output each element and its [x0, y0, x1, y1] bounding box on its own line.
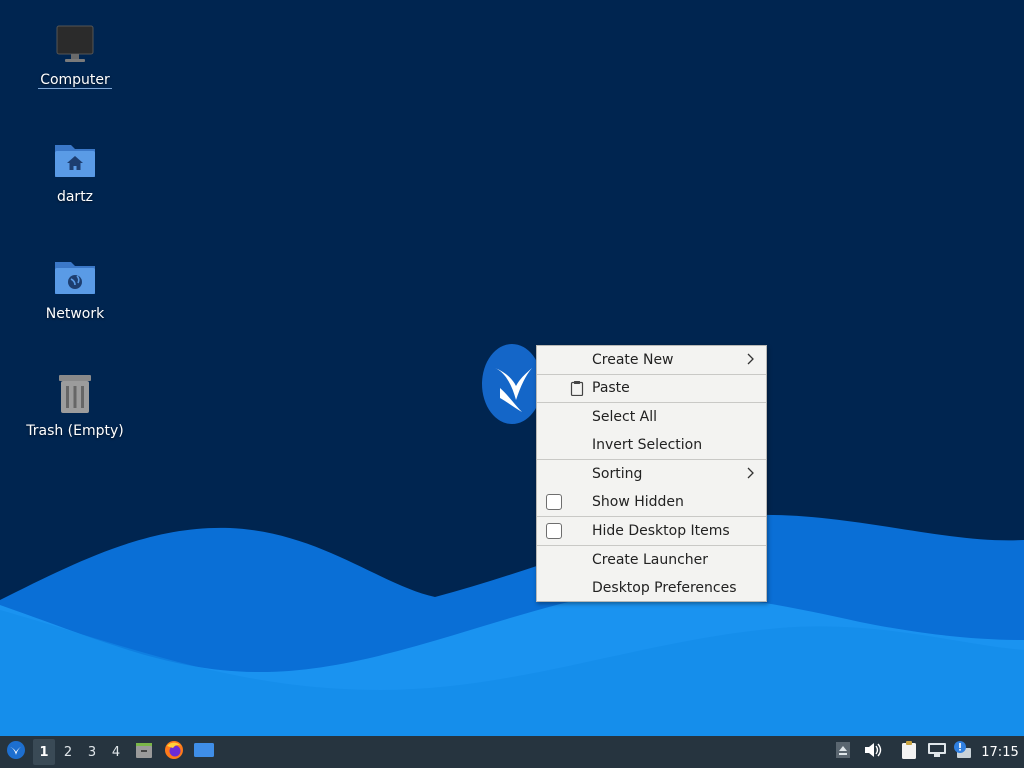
app-menu-bird-icon	[6, 740, 26, 764]
workspace-3[interactable]: 3	[81, 739, 103, 765]
hide-desktop-items-checkbox[interactable]	[546, 523, 562, 539]
menu-separator	[537, 459, 766, 460]
menu-separator	[537, 402, 766, 403]
menu-item-label: Select All	[592, 409, 657, 425]
update-notifier-icon	[953, 740, 973, 764]
clock-label: 17:15	[981, 744, 1019, 760]
menu-item-label: Create Launcher	[592, 552, 709, 568]
file-manager-launcher[interactable]	[132, 739, 156, 765]
computer-icon	[51, 20, 99, 68]
volume-button[interactable]	[862, 739, 884, 765]
workspace-4[interactable]: 4	[105, 739, 127, 765]
clipboard-manager-button[interactable]	[898, 739, 920, 765]
firefox-icon	[164, 740, 184, 764]
desktop-icon-label: Trash (Empty)	[26, 423, 124, 439]
menu-separator	[537, 545, 766, 546]
firefox-launcher[interactable]	[162, 739, 186, 765]
app-menu-button[interactable]	[4, 739, 28, 765]
menu-item-label: Create New	[592, 352, 674, 368]
menu-item-label: Show Hidden	[592, 494, 684, 510]
desktop-bird-logo	[482, 344, 542, 424]
desktop-icon-network[interactable]: Network	[20, 254, 130, 322]
workspace-label: 3	[87, 744, 97, 760]
menu-item-sorting[interactable]: Sorting	[537, 461, 766, 487]
menu-item-desktop-preferences[interactable]: Desktop Preferences	[537, 575, 766, 601]
network-icon	[927, 741, 947, 763]
menu-item-label: Sorting	[592, 466, 643, 482]
workspace-label: 4	[111, 744, 121, 760]
taskbar: 1 2 3 4 17:15	[0, 736, 1024, 768]
menu-item-label: Desktop Preferences	[592, 580, 737, 596]
network-status-button[interactable]	[926, 739, 948, 765]
show-desktop-icon	[193, 741, 215, 763]
trash-icon	[51, 371, 99, 419]
wallpaper	[0, 0, 1024, 736]
desktop[interactable]: Computer dartz Network Trash (Empty) Cre…	[0, 0, 1024, 736]
desktop-icon-label: dartz	[56, 189, 94, 205]
desktop-context-menu: Create New Paste Select All Invert Selec…	[536, 345, 767, 602]
volume-icon	[864, 742, 882, 762]
workspace-label: 2	[63, 744, 73, 760]
desktop-icon-label: Computer	[38, 72, 112, 89]
menu-item-create-launcher[interactable]: Create Launcher	[537, 547, 766, 573]
menu-item-paste[interactable]: Paste	[537, 375, 766, 401]
clipboard-icon	[570, 380, 587, 397]
clock[interactable]: 17:15	[978, 739, 1022, 765]
file-manager-icon	[134, 740, 154, 764]
menu-separator	[537, 516, 766, 517]
menu-item-label: Hide Desktop Items	[592, 523, 730, 539]
network-folder-icon	[51, 254, 99, 302]
show-hidden-checkbox[interactable]	[546, 494, 562, 510]
chevron-right-icon	[746, 467, 754, 483]
eject-button[interactable]	[834, 739, 852, 765]
clipboard-icon	[901, 740, 917, 764]
workspace-label: 1	[39, 744, 49, 760]
update-notifier-button[interactable]	[952, 739, 974, 765]
eject-icon	[835, 741, 851, 763]
workspace-2[interactable]: 2	[57, 739, 79, 765]
menu-item-select-all[interactable]: Select All	[537, 404, 766, 430]
show-desktop-button[interactable]	[192, 739, 216, 765]
desktop-icon-label: Network	[45, 306, 105, 322]
menu-item-hide-desktop-items[interactable]: Hide Desktop Items	[537, 518, 766, 544]
workspace-1[interactable]: 1	[33, 739, 55, 765]
desktop-icon-computer[interactable]: Computer	[20, 20, 130, 89]
menu-item-create-new[interactable]: Create New	[537, 347, 766, 373]
menu-item-show-hidden[interactable]: Show Hidden	[537, 489, 766, 515]
home-folder-icon	[51, 137, 99, 185]
menu-item-invert-selection[interactable]: Invert Selection	[537, 432, 766, 458]
chevron-right-icon	[746, 353, 754, 369]
menu-item-label: Paste	[592, 380, 630, 396]
desktop-icon-trash[interactable]: Trash (Empty)	[20, 371, 130, 439]
menu-item-label: Invert Selection	[592, 437, 703, 453]
desktop-icon-dartz[interactable]: dartz	[20, 137, 130, 205]
